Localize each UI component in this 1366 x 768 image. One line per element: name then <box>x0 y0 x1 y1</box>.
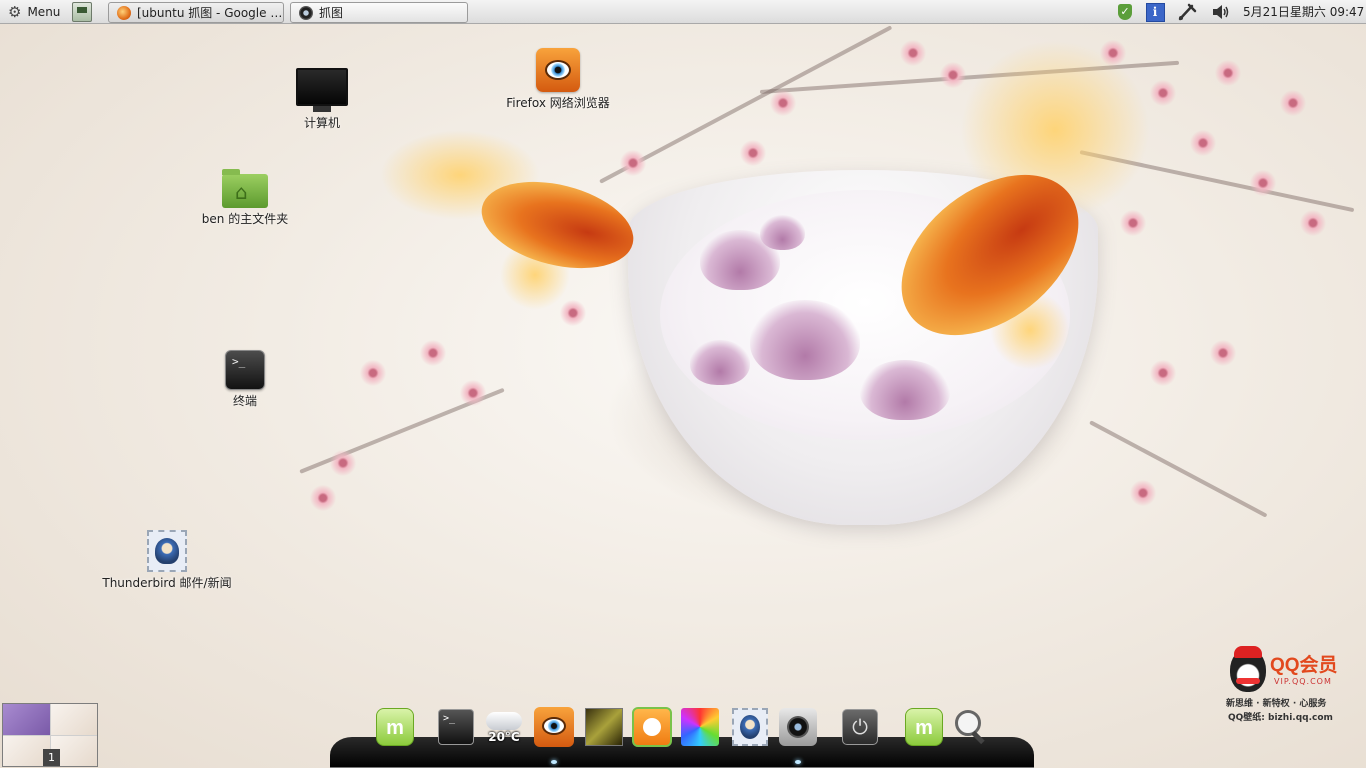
thunderbird-icon <box>147 530 187 572</box>
qq-penguin-logo <box>1230 646 1266 692</box>
taskbar-window-title: 抓图 <box>319 6 344 20</box>
desktop-icon-label: 终端 <box>232 394 257 408</box>
watermark-tagline: 新思维 · 新特权 · 心服务 <box>1226 699 1327 709</box>
volume-tray[interactable] <box>1210 2 1232 22</box>
watermark-title: QQ会员 <box>1270 655 1338 676</box>
dock-terminal[interactable]: >_ <box>434 706 478 748</box>
desktop-icon-firefox[interactable]: Firefox 网络浏览器 <box>498 48 618 111</box>
main-menu-button[interactable]: ⚙ Menu <box>4 2 64 22</box>
desktop-icon-thunderbird[interactable]: Thunderbird 邮件/新闻 <box>96 530 238 591</box>
camera-icon <box>779 708 817 746</box>
firefox-icon <box>536 48 580 92</box>
top-panel: ⚙ Menu [ubuntu 抓图 - Google … 抓图 ✓ i 5月21… <box>0 0 1366 24</box>
workspace-2[interactable] <box>50 704 97 735</box>
mint-menu-icon: m <box>376 708 414 746</box>
taskbar-window-title: [ubuntu 抓图 - Google … <box>137 6 283 20</box>
dock-search[interactable] <box>948 706 992 748</box>
network-icon <box>1178 3 1197 21</box>
firefox-icon <box>534 707 574 747</box>
desktop-icon-label: Firefox 网络浏览器 <box>506 96 610 110</box>
watermark-url: VIP.QQ.COM <box>1274 677 1332 686</box>
info-tray[interactable]: i <box>1144 2 1166 22</box>
dock-camera[interactable] <box>776 706 820 748</box>
home-folder-icon: ⌂ <box>222 169 268 208</box>
dock-mint-menu[interactable]: m <box>373 706 417 748</box>
photo-viewer-icon <box>585 708 623 746</box>
computer-icon <box>287 68 357 112</box>
dock-power[interactable]: ⏻ <box>838 706 882 748</box>
gear-icon: ⚙ <box>8 2 22 21</box>
desktop-icon-home[interactable]: ⌂ ben 的主文件夹 <box>195 169 295 227</box>
dock-mint-menu-2[interactable]: m <box>902 706 946 748</box>
desktop-icon-label: ben 的主文件夹 <box>201 212 289 226</box>
desktop-icon-label: 计算机 <box>303 116 340 130</box>
menu-label: Menu <box>27 5 61 19</box>
pidgin-icon <box>632 707 672 747</box>
workspace-switcher: 1 <box>2 703 98 767</box>
workspace-number: 1 <box>43 749 60 766</box>
desktop-icon-computer[interactable]: 计算机 <box>287 68 357 131</box>
desktop-icon-label: Thunderbird 邮件/新闻 <box>102 576 232 590</box>
dock-thunderbird[interactable] <box>728 706 772 748</box>
search-icon <box>951 708 989 746</box>
mint-menu-icon: m <box>905 708 943 746</box>
color-picker-icon <box>681 708 719 746</box>
taskbar-window-browser[interactable]: [ubuntu 抓图 - Google … <box>108 2 284 23</box>
dock-color-picker[interactable] <box>678 706 722 748</box>
update-manager-tray[interactable]: ✓ <box>1114 2 1136 22</box>
dock-photo-viewer[interactable] <box>582 706 626 748</box>
screenshot-icon <box>299 5 313 20</box>
info-icon: i <box>1145 2 1165 22</box>
dock-firefox[interactable] <box>532 706 576 748</box>
running-indicator <box>795 760 801 764</box>
desktop-icon-terminal[interactable]: >_ 终端 <box>215 350 275 409</box>
wallpaper-watermark: QQ会员 VIP.QQ.COM 新思维 · 新特权 · 心服务 QQ壁纸: bi… <box>1226 646 1348 724</box>
show-desktop-button[interactable] <box>72 2 92 22</box>
thunderbird-icon <box>732 708 768 746</box>
dock-weather[interactable]: 20°C <box>482 706 526 748</box>
update-shield-icon: ✓ <box>1118 4 1132 20</box>
power-icon: ⏻ <box>842 709 878 745</box>
watermark-credit: QQ壁纸: bizhi.qq.com <box>1228 713 1333 723</box>
network-tray[interactable] <box>1176 2 1198 22</box>
terminal-icon: >_ <box>225 350 265 390</box>
weather-temperature: 20°C <box>488 730 520 744</box>
running-indicator <box>551 760 557 764</box>
terminal-icon: >_ <box>438 709 474 745</box>
dock-pidgin[interactable] <box>630 706 674 748</box>
workspace-1[interactable] <box>3 704 50 735</box>
volume-icon <box>1213 5 1229 19</box>
clock[interactable]: 5月21日星期六 09:47 <box>1243 0 1364 24</box>
firefox-icon <box>117 5 131 20</box>
taskbar-window-screenshot[interactable]: 抓图 <box>290 2 468 23</box>
weather-icon: 20°C <box>482 706 526 748</box>
